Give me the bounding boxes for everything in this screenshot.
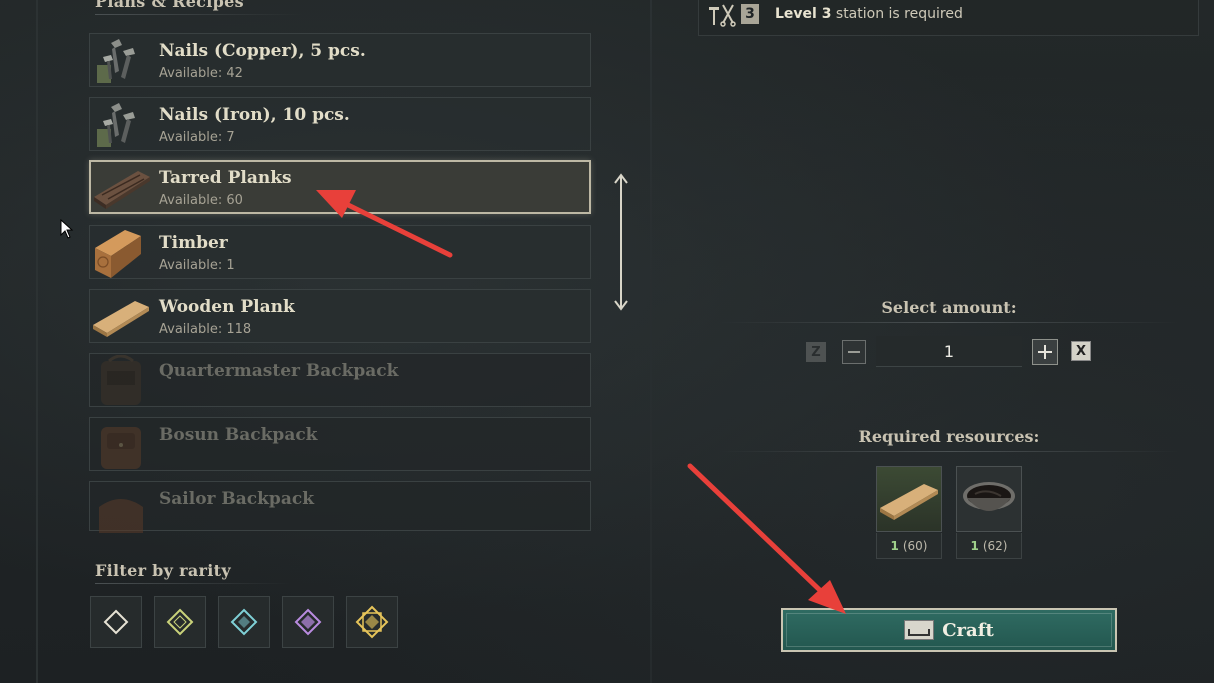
diamond-icon [166,608,194,636]
plans-recipes-title: Plans & Recipes [95,0,304,15]
recipe-available: Available: 7 [159,130,235,145]
required-resources-title: Required resources: [709,427,1189,452]
backpack-icon [90,354,152,406]
resource-have: (60) [902,538,928,553]
craft-label: Craft [942,619,994,641]
panel-divider [650,0,652,683]
recipe-available: Available: 42 [159,66,243,81]
resource-needed: 1 [970,538,979,553]
amount-input[interactable]: 1 [876,336,1022,367]
recipe-name: Nails (Iron), 10 pcs. [159,105,350,125]
recipe-available: Available: 60 [159,193,243,208]
recipe-name: Timber [159,233,228,253]
resource-slot-tar[interactable] [956,466,1022,532]
recipe-item-bosun-backpack[interactable]: Bosun Backpack [89,417,591,471]
recipe-item-timber[interactable]: Timber Available: 1 [89,225,591,279]
wooden-plank-icon [880,484,938,520]
iron-nails-icon [90,98,152,150]
rarity-filter-legendary[interactable] [346,596,398,648]
tools-icon [709,4,736,27]
decrease-amount-button[interactable] [842,340,866,364]
resource-slot-wooden-plank[interactable] [876,466,942,532]
station-requirement-suffix: station is required [831,6,963,22]
resource-needed: 1 [890,538,899,553]
plus-icon [1038,345,1052,359]
diamond-icon [355,605,389,639]
recipe-item-tarred-planks[interactable]: Tarred Planks Available: 60 [89,160,591,214]
diamond-icon [230,608,258,636]
rarity-filter-rare[interactable] [218,596,270,648]
rarity-filter-uncommon[interactable] [154,596,206,648]
station-level-label: Level 3 [775,6,832,22]
tarred-planks-icon [91,162,153,214]
resource-count: 1 (62) [956,533,1022,559]
left-border [36,0,38,683]
decrease-key-hint: Z [806,342,826,362]
select-amount-title: Select amount: [709,298,1189,323]
increase-key-hint: X [1071,341,1091,361]
rarity-filter-epic[interactable] [282,596,334,648]
recipe-name: Sailor Backpack [159,489,314,509]
diamond-icon [103,609,129,635]
recipe-name: Nails (Copper), 5 pcs. [159,41,366,61]
recipe-available: Available: 118 [159,322,252,337]
station-requirement-text: Level 3 station is required [775,6,963,22]
recipe-name: Tarred Planks [159,168,292,188]
spacebar-key-icon [904,620,935,640]
recipe-name: Wooden Plank [159,297,295,317]
resource-have: (62) [982,538,1008,553]
mouse-cursor-icon [60,219,74,239]
minus-icon [848,351,860,353]
rarity-filter-common[interactable] [90,596,142,648]
resource-count: 1 (60) [876,533,942,559]
recipe-item-quartermaster-backpack[interactable]: Quartermaster Backpack [89,353,591,407]
recipe-item-sailor-backpack[interactable]: Sailor Backpack [89,481,591,534]
station-level-badge: 3 [741,4,759,24]
recipe-name: Bosun Backpack [159,425,318,445]
filter-by-rarity-title: Filter by rarity [95,561,291,584]
copper-nails-icon [90,34,152,86]
backpack-icon [90,482,152,534]
scroll-handle-icon[interactable] [612,172,630,312]
increase-amount-button[interactable] [1032,339,1058,365]
recipe-item-iron-nails[interactable]: Nails (Iron), 10 pcs. Available: 7 [89,97,591,151]
recipe-item-wooden-plank[interactable]: Wooden Plank Available: 118 [89,289,591,343]
tar-bowl-icon [963,482,1015,511]
craft-button[interactable]: Craft [781,608,1117,652]
recipe-item-copper-nails[interactable]: Nails (Copper), 5 pcs. Available: 42 [89,33,591,87]
recipe-available: Available: 1 [159,258,235,273]
wooden-plank-icon [90,290,152,342]
recipe-name: Quartermaster Backpack [159,361,399,381]
backpack-icon [90,418,152,470]
timber-icon [90,226,152,278]
diamond-icon [294,608,322,636]
